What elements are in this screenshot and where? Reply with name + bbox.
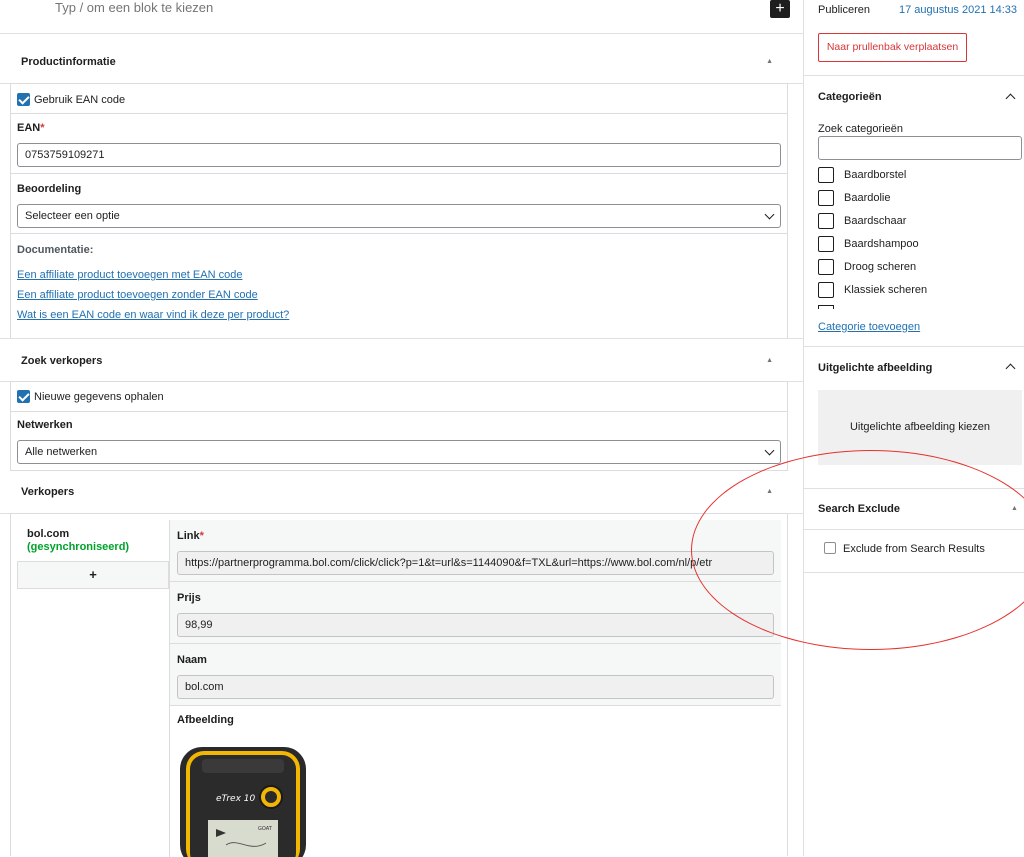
chevron-down-icon [764,209,775,220]
ean-input[interactable]: 0753759109271 [17,143,781,167]
collapse-triangle-icon[interactable]: ▲ [766,58,773,65]
publish-date-link[interactable]: 17 augustus 2021 14:33 [899,4,1017,16]
networks-select-value: Alle netwerken [25,446,98,458]
price-row: Prijs 98,99 [170,582,781,644]
divider [804,75,1024,76]
ean-row: EAN* 0753759109271 [11,114,787,174]
category-label: Droog scheren [844,261,917,273]
collapse-triangle-icon[interactable]: ▲ [766,357,773,364]
find-sellers-title: Zoek verkopers [21,355,103,367]
publish-label: Publiceren [818,4,870,16]
fetch-new-data-label: Nieuwe gegevens ophalen [34,391,164,403]
docs-link-what-is-ean[interactable]: Wat is een EAN code en waar vind ik deze… [17,309,289,321]
divider [804,529,1024,530]
collapse-triangle-icon[interactable]: ▲ [1011,505,1018,512]
category-label: Baardolie [844,192,891,204]
image-label: Afbeelding [177,714,234,726]
use-ean-row: Gebruik EAN code [11,84,787,114]
name-label: Naam [177,654,207,666]
product-info-box: Gebruik EAN code EAN* 0753759109271 Beoo… [10,83,788,339]
price-input[interactable]: 98,99 [177,613,774,637]
seller-detail: Link* https://partnerprogramma.bol.com/c… [169,520,781,857]
category-checkbox[interactable] [818,236,834,252]
featured-image-title[interactable]: Uitgelichte afbeelding [818,362,932,374]
category-label: Baardborstel [844,169,907,181]
seller-tab-bolcom[interactable]: bol.com (gesynchroniseerd) [17,520,169,566]
docs-link-without-ean[interactable]: Een affiliate product toevoegen zonder E… [17,289,258,301]
add-seller-button[interactable]: + [17,561,169,589]
fetch-new-data-checkbox[interactable] [17,390,30,403]
settings-sidebar: Publiceren 17 augustus 2021 14:33 Naar p… [803,0,1024,856]
networks-select[interactable]: Alle netwerken [17,440,781,464]
add-category-link[interactable]: Categorie toevoegen [818,321,920,333]
link-row: Link* https://partnerprogramma.bol.com/c… [170,520,781,582]
search-categories-label: Zoek categorieën [818,123,903,135]
price-label: Prijs [177,592,201,604]
category-checkbox[interactable] [818,213,834,229]
seller-name: bol.com [27,528,70,540]
category-checkbox[interactable] [818,190,834,206]
category-checkbox[interactable] [818,282,834,298]
search-exclude-title[interactable]: Search Exclude [818,503,900,515]
sellers-box: bol.com (gesynchroniseerd) + Link* https… [10,513,788,857]
divider [804,488,1024,489]
chevron-up-icon[interactable] [1005,93,1016,104]
find-sellers-header[interactable]: Zoek verkopers ▲ [0,338,803,382]
sellers-header[interactable]: Verkopers ▲ [0,470,803,514]
category-checkbox[interactable] [818,259,834,275]
category-checkbox[interactable] [818,167,834,183]
exclude-from-search-checkbox[interactable] [824,542,836,554]
device-screen-label: GOAT [258,826,273,832]
use-ean-label: Gebruik EAN code [34,94,126,106]
exclude-from-search-label: Exclude from Search Results [843,543,985,555]
device-brand: eTrex 10 [216,794,255,804]
chevron-down-icon [764,445,775,456]
name-row: Naam bol.com [170,644,781,706]
divider [0,33,803,34]
category-label: Klassiek scheren [844,284,928,296]
rating-label: Beoordeling [17,183,82,195]
product-image-gps-device[interactable]: eTrex 10 GOAT [178,745,308,857]
find-sellers-box: Nieuwe gegevens ophalen Netwerken Alle n… [10,381,788,471]
use-ean-checkbox[interactable] [17,93,30,106]
sellers-title: Verkopers [21,486,75,498]
category-label: Baardschaar [844,215,907,227]
divider [804,572,1024,573]
rating-select-value: Selecteer een optie [25,210,120,222]
seller-sync-status: (gesynchroniseerd) [27,541,130,553]
link-input[interactable]: https://partnerprogramma.bol.com/click/c… [177,551,774,575]
rating-row: Beoordeling Selecteer een optie [11,174,787,234]
editor-main: Typ / om een blok te kiezen + Productinf… [0,0,803,857]
move-to-trash-button[interactable]: Naar prullenbak verplaatsen [818,33,967,62]
divider [804,346,1024,347]
collapse-triangle-icon[interactable]: ▲ [766,488,773,495]
name-input[interactable]: bol.com [177,675,774,699]
link-label: Link* [177,530,204,542]
product-info-title: Productinformatie [21,56,116,68]
ean-label: EAN* [17,122,45,134]
list-fade [804,309,1024,317]
networks-label: Netwerken [17,419,73,431]
add-block-button[interactable]: + [770,0,790,18]
rating-select[interactable]: Selecteer een optie [17,204,781,228]
category-label: Baardshampoo [844,238,919,250]
categories-title[interactable]: Categorieën [818,91,882,103]
docs-label: Documentatie: [17,244,94,256]
block-inserter-hint[interactable]: Typ / om een blok te kiezen [55,0,213,15]
product-info-header[interactable]: Productinformatie ▲ [0,40,803,84]
docs-link-with-ean[interactable]: Een affiliate product toevoegen met EAN … [17,269,242,281]
fetch-row: Nieuwe gegevens ophalen [11,382,787,412]
set-featured-image-button[interactable]: Uitgelichte afbeelding kiezen [818,390,1022,465]
chevron-up-icon[interactable] [1005,363,1016,374]
search-categories-input[interactable] [818,136,1022,160]
